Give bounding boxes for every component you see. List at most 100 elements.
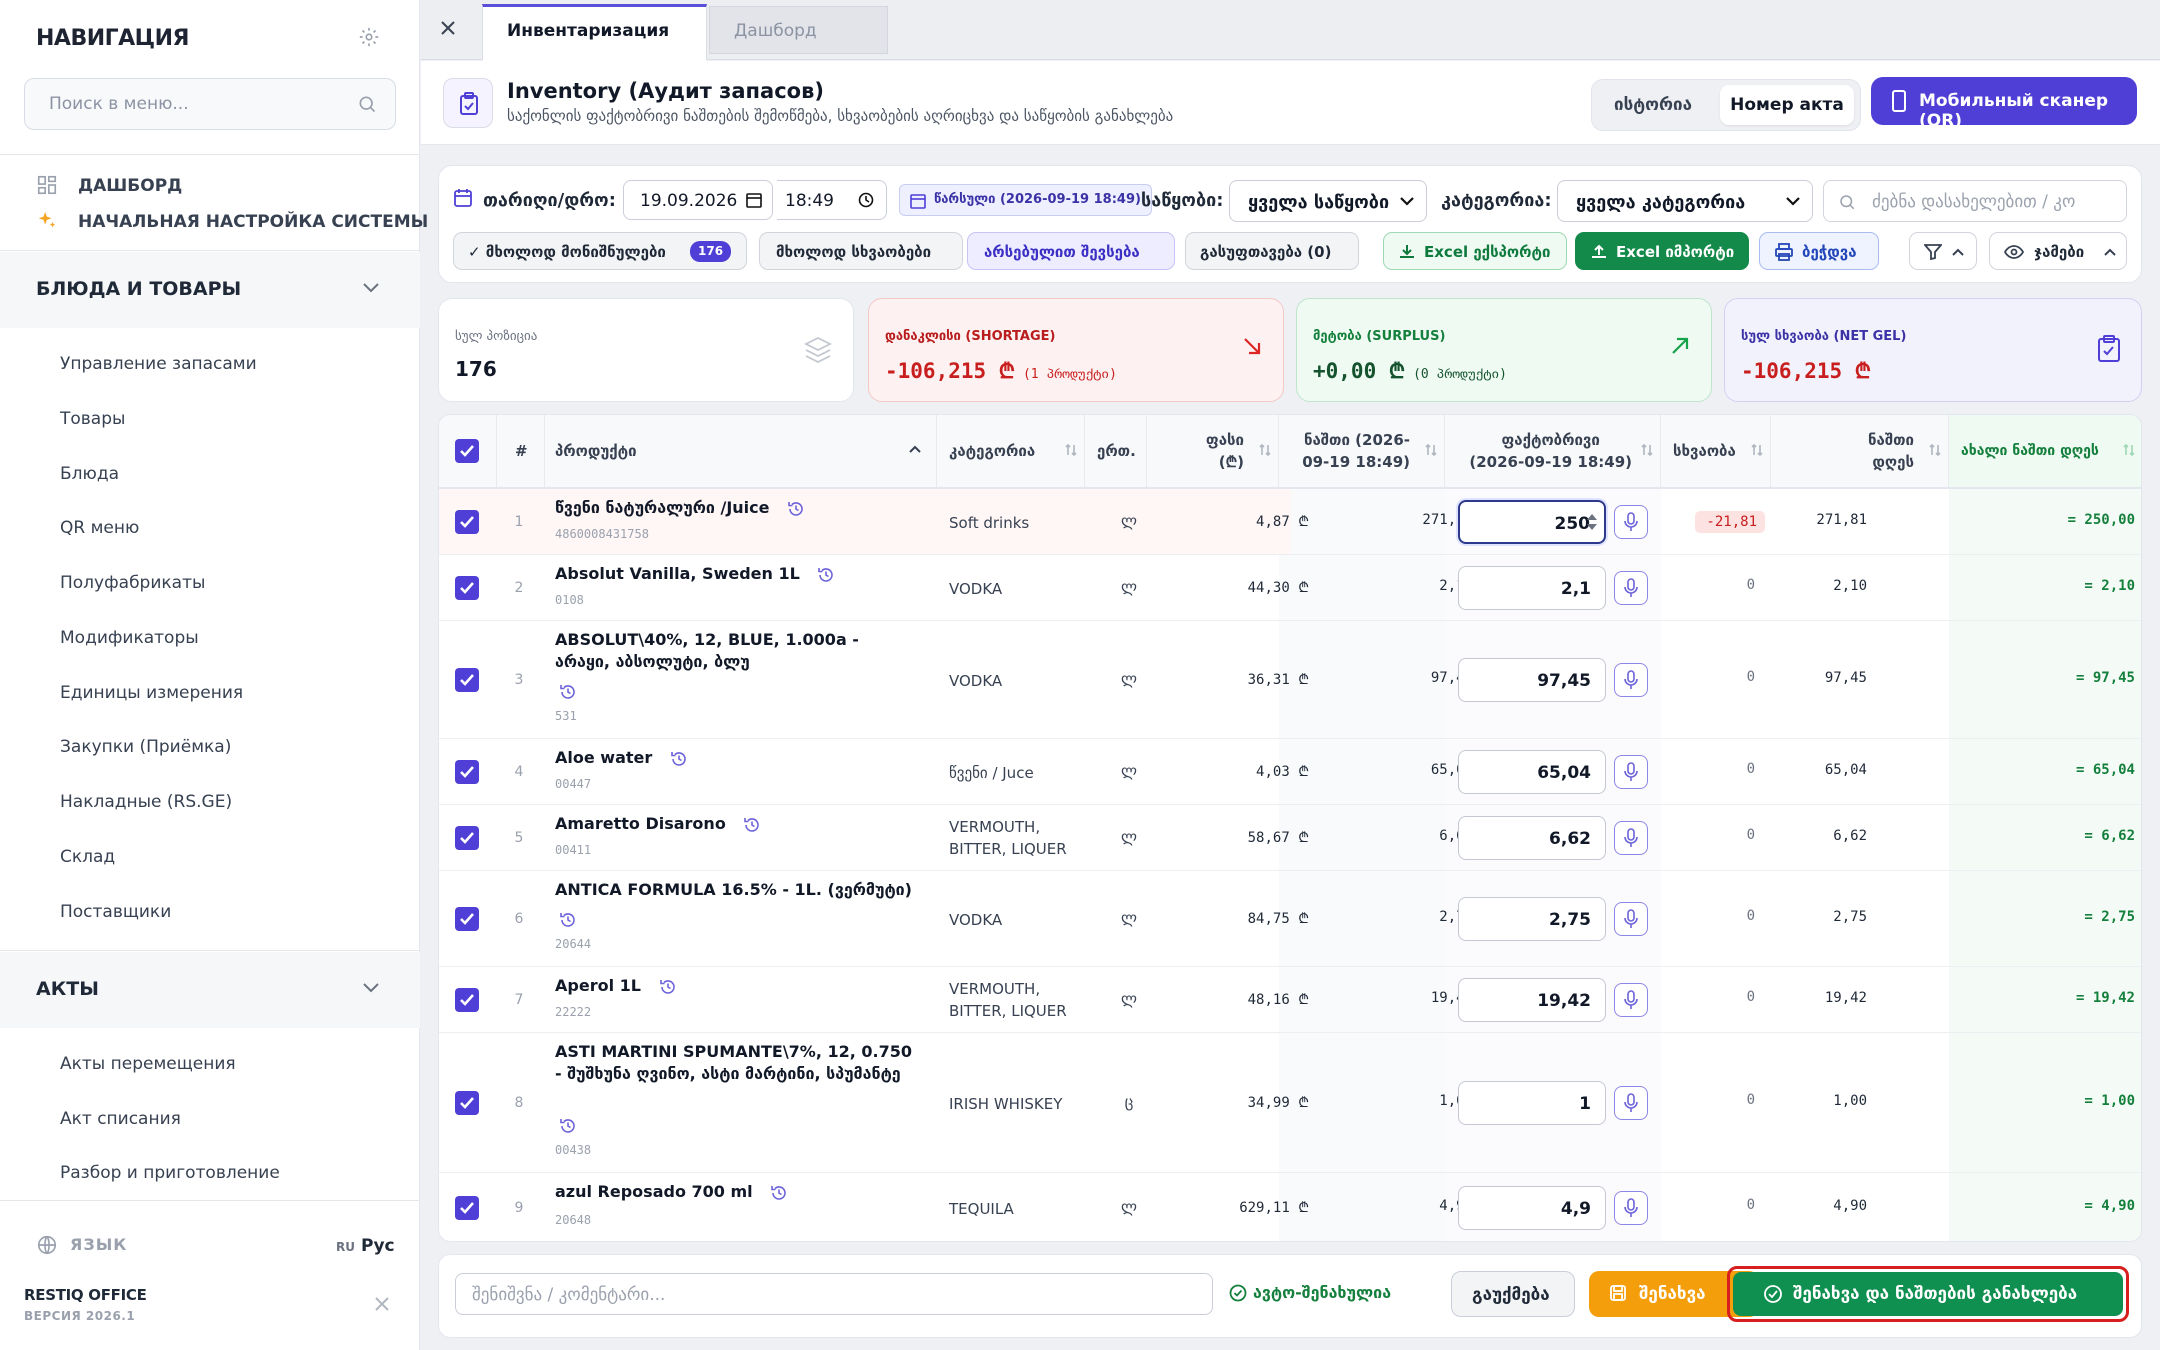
product-search-input[interactable]: ძებნა დასახელებით / კო xyxy=(1823,180,2127,222)
voice-input-button[interactable] xyxy=(1614,755,1648,789)
sidebar-item-dishes[interactable]: Блюда xyxy=(60,464,119,484)
sidebar-item-stock[interactable]: Управление запасами xyxy=(60,354,257,374)
row-checkbox[interactable] xyxy=(455,760,479,784)
sidebar-item-qr-menu[interactable]: QR меню xyxy=(60,518,139,538)
calendar-badge-icon xyxy=(910,194,926,209)
table-row[interactable]: 5 Amaretto Disarono 00411 VERMOUTH, BITTER… xyxy=(439,805,2141,871)
select-all-checkbox[interactable] xyxy=(455,439,479,463)
voice-input-button[interactable] xyxy=(1614,571,1648,605)
voice-input-button[interactable] xyxy=(1614,505,1648,539)
history-button[interactable] xyxy=(559,1115,577,1135)
tab-inventory[interactable]: Инвентаризация xyxy=(482,4,707,61)
sidebar-item-purchases[interactable]: Закупки (Приёмка) xyxy=(60,737,231,757)
sidebar-item-units[interactable]: Единицы измерения xyxy=(60,683,243,703)
col-new-rest[interactable]: ახალი ნაშთი დღეს xyxy=(1949,415,2141,487)
history-button[interactable] xyxy=(743,814,761,833)
sidebar-item-invoices[interactable]: Накладные (RS.GE) xyxy=(60,792,232,812)
table-row[interactable]: 8 ASTI MARTINI SPUMANTE\7%, 12, 0.750 - შ… xyxy=(439,1033,2141,1173)
history-button[interactable] xyxy=(659,976,677,995)
print-button[interactable]: ბეჭდვა xyxy=(1759,232,1879,270)
clock-icon[interactable] xyxy=(858,192,874,208)
col-category[interactable]: კატეგორია xyxy=(937,415,1085,487)
col-today[interactable]: ნაშთი დღეს xyxy=(1771,415,1949,487)
sidebar-search-input[interactable]: Поиск в меню... xyxy=(24,78,396,130)
row-checkbox[interactable] xyxy=(455,510,479,534)
table-row[interactable]: 1 წვენი ნატურალური /Juice 4860008431758 So… xyxy=(439,489,2141,555)
sidebar-item-suppliers[interactable]: Поставщики xyxy=(60,902,171,922)
table-row[interactable]: 2 Absolut Vanilla, Sweden 1L 0108 VODKA ლ 44… xyxy=(439,555,2141,621)
history-button[interactable] xyxy=(559,909,577,929)
cancel-button[interactable]: გაუქმება xyxy=(1451,1271,1575,1317)
tab-dashboard[interactable]: Дашборд xyxy=(709,6,888,54)
category-select[interactable]: ყველა კატეგორია xyxy=(1557,180,1813,222)
fact-quantity-input[interactable]: 2,75 xyxy=(1458,897,1606,941)
history-toggle[interactable]: ისტორია xyxy=(1614,95,1692,115)
table-row[interactable]: 4 Aloe water 00447 წვენი / Juce ლ 4,03 ₾ 65,0… xyxy=(439,739,2141,805)
table-row[interactable]: 7 Aperol 1L 22222 VERMOUTH, BITTER, LIQUER… xyxy=(439,967,2141,1033)
fact-quantity-input[interactable]: 65,04 xyxy=(1458,750,1606,794)
fact-quantity-input[interactable]: 6,62 xyxy=(1458,816,1606,860)
fill-existing-button[interactable]: არსებულით შევსება xyxy=(967,232,1175,270)
act-number-toggle[interactable]: Номер акта xyxy=(1720,85,1854,125)
gear-icon[interactable] xyxy=(358,26,380,48)
table-row[interactable]: 3 ABSOLUT\40%, 12, BLUE, 1.000a - არაყი, … xyxy=(439,621,2141,739)
warehouse-select[interactable]: ყველა საწყობი xyxy=(1229,180,1427,222)
table-row[interactable]: 9 azul Reposado 700 ml 20648 TEQUILA ლ 629,1… xyxy=(439,1173,2141,1241)
fact-quantity-input[interactable]: 2,1 xyxy=(1458,566,1606,610)
voice-input-button[interactable] xyxy=(1614,983,1648,1017)
fact-quantity-input[interactable]: 19,42 xyxy=(1458,978,1606,1022)
mobile-scanner-button[interactable]: Мобильный сканер (QR) xyxy=(1871,77,2137,131)
col-price[interactable]: ფასი (₾) xyxy=(1147,415,1279,487)
voice-input-button[interactable] xyxy=(1614,663,1648,697)
sidebar-item-transfer[interactable]: Акты перемещения xyxy=(60,1054,236,1074)
sidebar-item-writeoff[interactable]: Акт списания xyxy=(60,1109,181,1129)
date-input[interactable]: 19.09.2026 xyxy=(623,180,773,220)
col-rest[interactable]: ნაშთი (2026- 09-19 18:49) xyxy=(1279,415,1445,487)
history-button[interactable] xyxy=(787,498,805,517)
voice-input-button[interactable] xyxy=(1614,1086,1648,1120)
fact-quantity-input[interactable]: 4,9 xyxy=(1458,1186,1606,1230)
history-button[interactable] xyxy=(670,748,688,767)
language-value[interactable]: RU Рус xyxy=(336,1236,395,1256)
row-checkbox[interactable] xyxy=(455,576,479,600)
row-checkbox[interactable] xyxy=(455,907,479,931)
history-button[interactable] xyxy=(770,1182,788,1201)
voice-input-button[interactable] xyxy=(1614,821,1648,855)
columns-toggle-button[interactable]: ჯამები xyxy=(1989,232,2127,270)
row-checkbox[interactable] xyxy=(455,1196,479,1220)
row-checkbox[interactable] xyxy=(455,668,479,692)
sidebar-section-dishes[interactable]: БЛЮДА И ТОВАРЫ xyxy=(0,252,420,328)
col-fact[interactable]: ფაქტობრივი (2026-09-19 18:49) xyxy=(1445,415,1661,487)
col-product[interactable]: პროდუქტი xyxy=(545,415,937,487)
sidebar-section-acts[interactable]: АКТЫ xyxy=(0,952,420,1028)
row-checkbox[interactable] xyxy=(455,988,479,1012)
sidebar-item-warehouse[interactable]: Склад xyxy=(60,847,115,867)
calendar-small-icon[interactable] xyxy=(746,192,762,208)
sidebar-item-modifiers[interactable]: Модификаторы xyxy=(60,628,199,648)
sidebar-item-goods[interactable]: Товары xyxy=(60,409,125,429)
save-and-update-button[interactable]: შენახვა და ნაშთების განახლება xyxy=(1733,1272,2123,1316)
only-diff-chip[interactable]: მხოლოდ სხვაობები xyxy=(759,232,963,270)
close-icon[interactable] xyxy=(374,1296,390,1312)
clear-button[interactable]: გასუფთავება (0) xyxy=(1185,232,1359,270)
sidebar-item-disassembly[interactable]: Разбор и приготовление xyxy=(60,1163,280,1183)
comment-input[interactable]: შენიშვნა / კომენტარი... xyxy=(455,1273,1213,1315)
fact-quantity-input[interactable]: 97,45 xyxy=(1458,658,1606,702)
col-diff[interactable]: სხვაობა xyxy=(1661,415,1771,487)
voice-input-button[interactable] xyxy=(1614,902,1648,936)
row-checkbox[interactable] xyxy=(455,826,479,850)
excel-import-button[interactable]: Excel იმპორტი xyxy=(1575,232,1749,270)
excel-export-button[interactable]: Excel ექსპორტი xyxy=(1383,232,1567,270)
row-checkbox[interactable] xyxy=(455,1091,479,1115)
sidebar-item-semi[interactable]: Полуфабрикаты xyxy=(60,573,205,593)
fact-quantity-input[interactable]: 250 xyxy=(1458,500,1606,544)
filter-toggle-button[interactable] xyxy=(1909,232,1977,270)
fact-quantity-input[interactable]: 1 xyxy=(1458,1081,1606,1125)
history-button[interactable] xyxy=(817,564,835,583)
history-button[interactable] xyxy=(559,681,577,701)
close-tab-icon[interactable] xyxy=(439,19,457,37)
time-input[interactable]: 18:49 xyxy=(777,180,887,220)
voice-input-button[interactable] xyxy=(1614,1191,1648,1225)
table-row[interactable]: 6 ANTICA FORMULA 16.5% - 1L. (ვერმუტი) 206… xyxy=(439,871,2141,967)
only-marked-chip[interactable]: ✓ მხოლოდ მონიშნულები 176 xyxy=(453,232,747,270)
